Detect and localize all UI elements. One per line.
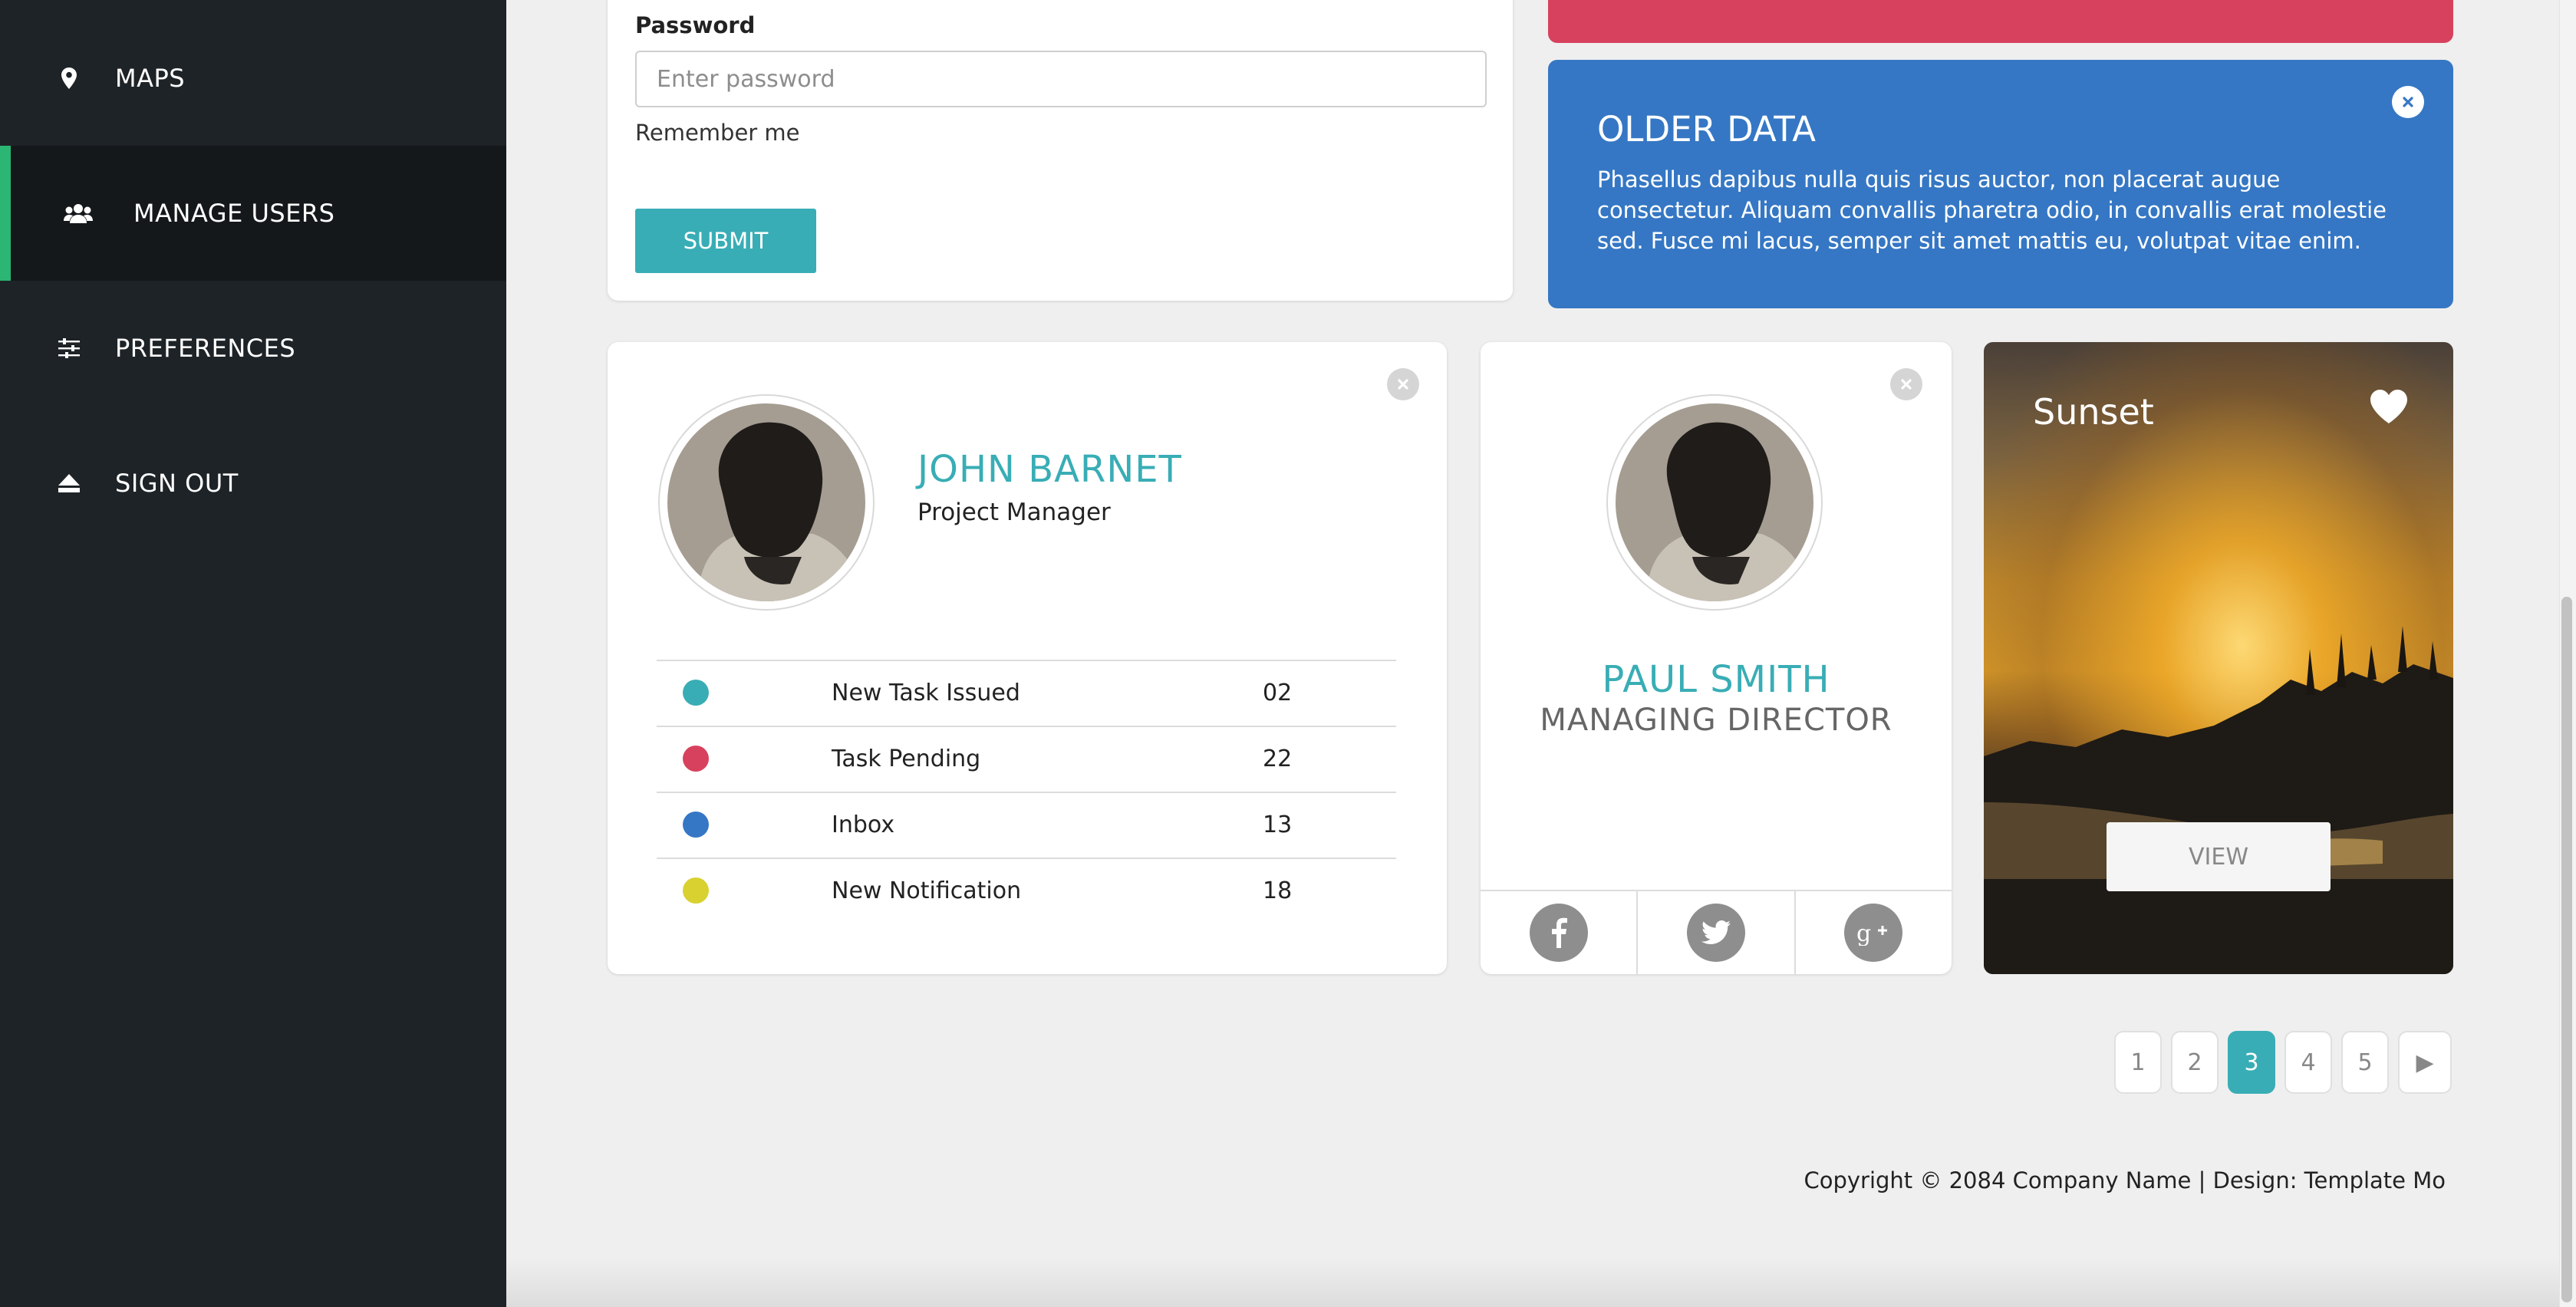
older-data-card: OLDER DATA Phasellus dapibus nulla quis … [1548,60,2453,308]
google-plus-icon[interactable]: g [1844,904,1903,962]
heart-icon[interactable] [2370,390,2407,423]
page-4-button[interactable]: 4 [2284,1031,2332,1094]
svg-text:g: g [1856,920,1871,946]
photo-card: Sunset VIEW [1984,342,2453,974]
page-1-button[interactable]: 1 [2114,1031,2162,1094]
stat-count: 22 [1263,746,1293,772]
sidebar-item-label: MANAGE USERS [133,199,335,228]
login-form-card: Password Remember me SUBMIT [608,0,1513,301]
footer-copyright: Copyright © 2084 Company Name | Design: … [1804,1167,2446,1193]
photo-title: Sunset [2033,391,2154,433]
status-dot-icon [683,877,709,904]
stat-label: Task Pending [832,746,981,772]
users-icon [63,198,94,229]
social-links: g [1481,890,1952,974]
sidebar-item-manage-users[interactable]: MANAGE USERS [0,146,506,281]
older-data-title: OLDER DATA [1597,109,1817,150]
profile-name: JOHN BARNET [917,448,1182,491]
sidebar-item-sign-out[interactable]: SIGN OUT [0,416,506,551]
sidebar-item-preferences[interactable]: PREFERENCES [0,281,506,416]
page-2-button[interactable]: 2 [2171,1031,2219,1094]
contact-role: MANAGING DIRECTOR [1540,703,1892,738]
next-page-button[interactable]: ▶ [2398,1031,2452,1094]
list-item: Task Pending 22 [657,726,1396,792]
social-cell [1638,891,1796,974]
older-data-text: Phasellus dapibus nulla quis risus aucto… [1597,166,2387,254]
list-item: New Task Issued 02 [657,660,1396,726]
stat-label: New Notification [832,877,1022,904]
contact-card: PAUL SMITH MANAGING DIRECTOR g [1481,342,1952,974]
stat-label: New Task Issued [832,680,1020,706]
stat-count: 13 [1263,812,1293,838]
close-icon[interactable] [1387,368,1419,400]
map-pin-icon [54,63,84,94]
page-3-button[interactable]: 3 [2228,1031,2275,1094]
social-cell: g [1796,891,1952,974]
password-label: Password [635,12,756,38]
page-5-button[interactable]: 5 [2341,1031,2389,1094]
close-icon[interactable] [1890,368,1922,400]
profile-role: Project Manager [917,499,1111,526]
stat-count: 02 [1263,680,1293,706]
contact-name: PAUL SMITH [1602,658,1830,701]
sidebar-item-label: SIGN OUT [115,469,239,498]
bottom-shadow [506,1258,2559,1307]
twitter-icon[interactable] [1686,904,1745,962]
facebook-icon[interactable] [1529,904,1588,962]
sidebar-item-label: PREFERENCES [115,334,296,363]
status-dot-icon [683,680,709,706]
stat-label: Inbox [832,812,895,838]
view-button[interactable]: VIEW [2107,822,2331,891]
list-item: Inbox 13 [657,792,1396,858]
play-icon: ▶ [2416,1049,2434,1076]
stat-count: 18 [1263,877,1293,904]
sidebar-item-label: MAPS [115,64,186,93]
sidebar: MAPS MANAGE USERS PREFERENCES SIGN OUT [0,0,506,1307]
close-icon[interactable] [2392,86,2424,118]
pagination: 1 2 3 4 5 ▶ [2114,1031,2452,1094]
status-dot-icon [683,812,709,838]
remember-me-label[interactable]: Remember me [635,120,800,146]
status-dot-icon [683,746,709,772]
profile-card: JOHN BARNET Project Manager New Task Iss… [608,342,1447,974]
avatar [658,394,875,611]
scrollbar-thumb[interactable] [2561,597,2572,1302]
eject-icon [54,468,84,499]
sidebar-item-maps[interactable]: MAPS [0,11,506,146]
password-input[interactable] [635,51,1487,107]
sliders-icon [54,333,84,364]
list-item: New Notification 18 [657,858,1396,923]
social-cell [1481,891,1639,974]
submit-button[interactable]: SUBMIT [635,209,816,273]
profile-stats-list: New Task Issued 02 Task Pending 22 Inbox… [657,660,1396,923]
alert-bar-red [1548,0,2453,43]
avatar [1606,394,1823,611]
